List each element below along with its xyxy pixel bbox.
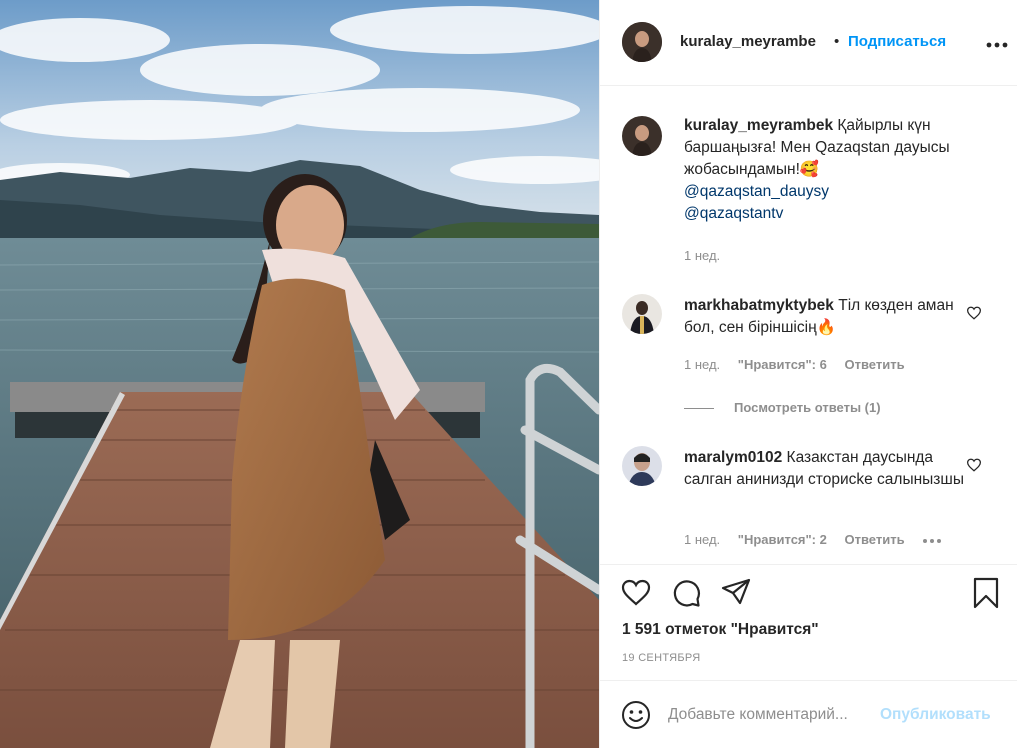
mention-link[interactable]: @qazaqstan_dauysy <box>684 181 974 203</box>
emoji-icon[interactable] <box>620 699 652 731</box>
view-replies-button[interactable]: Посмотреть ответы (1) <box>684 400 881 415</box>
post-actions: 1 591 отметок "Нравится" 19 СЕНТЯБРЯ <box>600 564 1017 680</box>
comment-text: maralym0102 Казакстан даусында салган ан… <box>684 447 974 491</box>
comment-input[interactable] <box>668 701 873 729</box>
post-header: kuralay_meyrambe • Подписаться <box>600 0 1017 86</box>
comment-icon[interactable] <box>670 577 702 609</box>
caption-avatar[interactable] <box>622 116 662 156</box>
share-icon[interactable] <box>720 577 752 609</box>
commenter-avatar[interactable] <box>622 294 662 334</box>
heart-icon[interactable] <box>620 577 652 609</box>
post-photo[interactable] <box>0 0 599 748</box>
comment-likes[interactable]: "Нравится": 2 <box>738 532 827 547</box>
likes-count[interactable]: 1 591 отметок "Нравится" <box>622 621 819 639</box>
comment-meta: 1 нед. "Нравится": 2 Ответить <box>684 532 942 547</box>
caption-text: kuralay_meyrambek Қайырлы күн баршаңызға… <box>684 115 974 225</box>
post-side-panel: kuralay_meyrambe • Подписаться kuralay_m… <box>599 0 1017 748</box>
like-comment-heart-icon[interactable] <box>966 306 982 320</box>
view-replies-label: Посмотреть ответы (1) <box>734 400 881 415</box>
comment-meta: 1 нед. "Нравится": 6 Ответить <box>684 357 919 372</box>
caption-username[interactable]: kuralay_meyrambek <box>684 117 833 134</box>
replies-line <box>684 408 714 410</box>
comment-text: markhabatmyktybek Тіл көзден аман бол, с… <box>684 295 974 339</box>
caption-time[interactable]: 1 нед. <box>684 248 720 263</box>
comment-time[interactable]: 1 нед. <box>684 357 720 372</box>
comment-likes[interactable]: "Нравится": 6 <box>738 357 827 372</box>
add-comment-bar: Опубликовать <box>600 680 1017 748</box>
caption-meta: 1 нед. <box>684 248 734 263</box>
comment-username[interactable]: markhabatmyktybek <box>684 297 834 314</box>
reply-button[interactable]: Ответить <box>844 357 904 372</box>
more-horizontal-icon[interactable] <box>986 42 1008 48</box>
bookmark-icon[interactable] <box>970 577 1002 609</box>
author-avatar[interactable] <box>622 22 662 62</box>
publish-button[interactable]: Опубликовать <box>880 706 991 724</box>
comment-time[interactable]: 1 нед. <box>684 532 720 547</box>
comments-section[interactable]: kuralay_meyrambek Қайырлы күн баршаңызға… <box>600 86 1017 564</box>
mention-link[interactable]: @qazaqstantv <box>684 203 974 225</box>
like-comment-heart-icon[interactable] <box>966 458 982 472</box>
header-separator: • <box>834 33 840 50</box>
comment-username[interactable]: maralym0102 <box>684 449 782 466</box>
commenter-avatar[interactable] <box>622 446 662 486</box>
author-username[interactable]: kuralay_meyrambe <box>680 33 816 50</box>
instagram-post: kuralay_meyrambe • Подписаться kuralay_m… <box>0 0 1017 748</box>
comment-options-icon[interactable] <box>922 538 942 544</box>
photo-illustration <box>0 0 599 748</box>
follow-button[interactable]: Подписаться <box>848 33 946 50</box>
reply-button[interactable]: Ответить <box>844 532 904 547</box>
post-date[interactable]: 19 СЕНТЯБРЯ <box>622 652 701 664</box>
